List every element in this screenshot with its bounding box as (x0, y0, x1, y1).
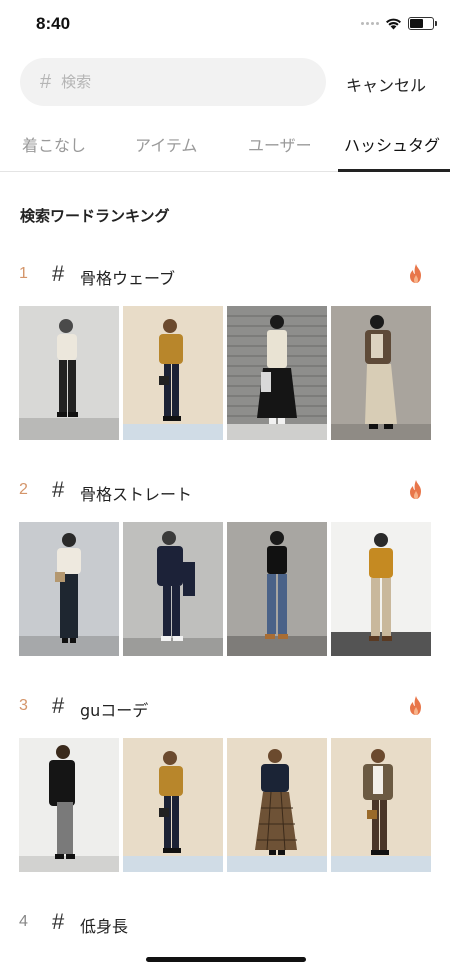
outfit-photo[interactable] (19, 738, 119, 872)
photo-row (19, 306, 431, 440)
status-time: 8:40 (36, 14, 71, 33)
rank-number: 2 (19, 481, 28, 498)
signal-icon (361, 22, 379, 25)
hashtag-icon: # (52, 477, 65, 502)
hashtag-icon: # (52, 261, 65, 286)
hashtag-icon: # (52, 909, 65, 934)
outfit-photo[interactable] (331, 738, 431, 872)
outfit-photo[interactable] (19, 522, 119, 656)
hashtag-label: 低身長 (80, 917, 129, 936)
ranking-item[interactable]: 4 # 低身長 (0, 909, 450, 939)
ranking-item[interactable]: 1 # 骨格ウェーブ (0, 261, 450, 291)
hashtag-label: guコーデ (80, 701, 149, 720)
rank-number: 3 (19, 697, 28, 714)
rank-number: 1 (19, 265, 28, 282)
hashtag-icon: # (52, 693, 65, 718)
hashtag-label: 骨格ウェーブ (80, 269, 176, 288)
outfit-photo[interactable] (227, 522, 327, 656)
outfit-photo[interactable] (123, 306, 223, 440)
outfit-photo[interactable] (331, 522, 431, 656)
outfit-photo[interactable] (227, 306, 327, 440)
cancel-button[interactable]: キャンセル (346, 72, 426, 96)
status-bar: 8:40 (0, 0, 450, 50)
outfit-photo[interactable] (123, 738, 223, 872)
tab-hashtags[interactable]: ハッシュタグ (344, 132, 440, 156)
wifi-icon (386, 18, 401, 30)
outfit-photo[interactable] (331, 306, 431, 440)
status-icons (361, 17, 437, 30)
tab-items[interactable]: アイテム (135, 132, 197, 156)
home-indicator[interactable] (146, 957, 306, 962)
active-tab-indicator (338, 169, 450, 172)
fire-icon (410, 696, 421, 715)
hashtag-icon: # (40, 70, 52, 93)
outfit-photo[interactable] (19, 306, 119, 440)
rank-number: 4 (19, 913, 28, 930)
outfit-photo[interactable] (227, 738, 327, 872)
tab-users[interactable]: ユーザー (248, 132, 312, 156)
hashtag-label: 骨格ストレート (80, 485, 193, 504)
photo-row (19, 522, 431, 656)
search-box[interactable]: # (20, 58, 326, 106)
ranking-item[interactable]: 3 # guコーデ (0, 693, 450, 723)
battery-icon (408, 17, 437, 30)
photo-row (19, 738, 431, 872)
outfit-photo[interactable] (123, 522, 223, 656)
fire-icon (410, 264, 421, 283)
search-input[interactable] (61, 73, 262, 91)
tab-outfits[interactable]: 着こなし (22, 132, 86, 156)
fire-icon (410, 480, 421, 499)
search-row: # キャンセル (0, 58, 450, 106)
ranking-item[interactable]: 2 # 骨格ストレート (0, 477, 450, 507)
section-title: 検索ワードランキング (20, 207, 170, 225)
tab-bar: 着こなし アイテム ユーザー ハッシュタグ (0, 120, 450, 172)
